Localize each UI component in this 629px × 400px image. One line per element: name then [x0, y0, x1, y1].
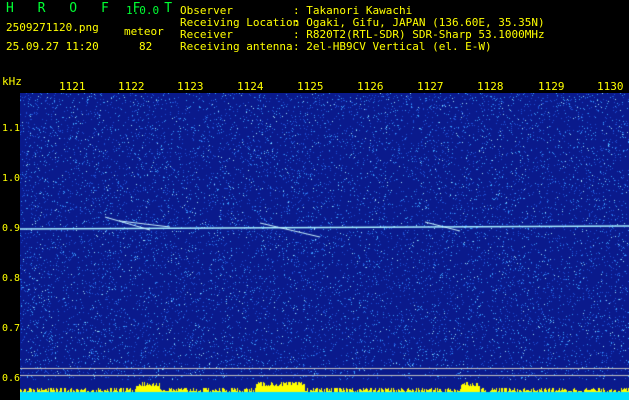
freq-tick: 0.9 — [2, 223, 21, 234]
spectrogram-canvas — [20, 93, 629, 400]
time-tick: 1121 — [59, 80, 86, 93]
observation-mode: meteor — [124, 25, 164, 38]
time-tick: 1129 — [538, 80, 565, 93]
freq-tick: 0.8 — [2, 273, 21, 284]
antenna-value: : 2el-HB9CV Vertical (el. E-W) — [293, 40, 492, 53]
meteor-count: 82 — [139, 40, 153, 53]
time-tick: 1127 — [417, 80, 444, 93]
antenna-label: Receiving antenna — [180, 40, 293, 53]
time-tick: 1124 — [237, 80, 264, 93]
header-panel: H R O F F T 1.0.0 2509271120.png meteor … — [0, 0, 629, 58]
freq-tick: 1.1 — [2, 123, 21, 134]
time-tick: 1125 — [297, 80, 324, 93]
observation-datetime: 25.09.27 11:20 — [6, 40, 99, 53]
freq-tick: 1.0 — [2, 173, 21, 184]
time-tick: 1130 — [597, 80, 624, 93]
time-tick: 1126 — [357, 80, 384, 93]
freq-tick: 0.6 — [2, 373, 21, 384]
frequency-axis: 1.1 1.0 0.9 0.8 0.7 0.6 — [0, 93, 20, 393]
app-version: 1.0.0 — [126, 4, 160, 17]
time-tick: 1122 — [118, 80, 145, 93]
file-name: 2509271120.png — [6, 21, 99, 34]
time-axis: 1121 1122 1123 1124 1125 1126 1127 1128 … — [0, 75, 629, 93]
time-tick: 1128 — [477, 80, 504, 93]
time-tick: 1123 — [177, 80, 204, 93]
freq-tick: 0.7 — [2, 323, 21, 334]
